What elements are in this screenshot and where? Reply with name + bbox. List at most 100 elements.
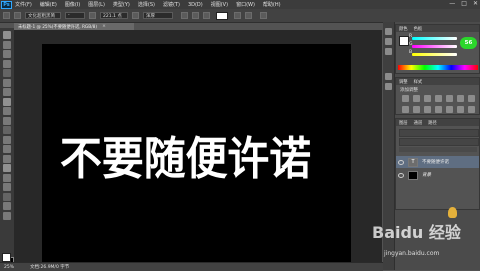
menu-help[interactable]: 帮助(H)	[263, 1, 281, 8]
text-layer-thumb-icon: T	[408, 157, 418, 167]
exposure-icon[interactable]	[435, 95, 442, 102]
menu-view[interactable]: 视图(V)	[211, 1, 228, 8]
zoom-tool-icon[interactable]	[3, 211, 11, 220]
gradient-map-icon[interactable]	[468, 106, 475, 113]
gradient-tool-icon[interactable]	[3, 135, 11, 144]
menu-type[interactable]: 类型(Y)	[113, 1, 130, 8]
lock-bar[interactable]	[399, 147, 477, 152]
layers-panel-header: 图层 通道 路径	[396, 119, 479, 126]
photo-filter-icon[interactable]	[413, 106, 420, 113]
canvas-text-layer[interactable]: 不要随便许诺	[60, 122, 311, 187]
menu-3d[interactable]: 3D(D)	[188, 2, 203, 8]
posterize-icon[interactable]	[446, 106, 453, 113]
visibility-eye-icon[interactable]	[398, 172, 404, 178]
channel-mixer-icon[interactable]	[424, 106, 431, 113]
invert-icon[interactable]	[435, 106, 442, 113]
menu-file[interactable]: 文件(F)	[15, 1, 32, 8]
tab-adjustments[interactable]: 调整	[399, 79, 408, 85]
eyedropper-tool-icon[interactable]	[3, 78, 11, 87]
tab-channels[interactable]: 通道	[414, 120, 423, 126]
move-tool-icon[interactable]	[3, 31, 11, 39]
layer-name[interactable]: 不要随便许诺	[422, 159, 449, 165]
vibrance-icon[interactable]	[446, 95, 453, 102]
path-select-tool-icon[interactable]	[3, 183, 11, 191]
info-panel-icon[interactable]	[385, 48, 392, 55]
align-center-icon[interactable]	[192, 12, 199, 19]
adjustments-panel-header: 调整 样式	[396, 78, 479, 85]
visibility-eye-icon[interactable]	[398, 159, 404, 165]
history-panel-icon[interactable]	[385, 28, 392, 35]
eraser-tool-icon[interactable]	[3, 126, 11, 134]
color-spectrum[interactable]	[398, 65, 478, 70]
blur-tool-icon[interactable]	[3, 145, 11, 153]
color-balance-icon[interactable]	[468, 95, 475, 102]
curves-icon[interactable]	[424, 95, 431, 102]
layer-row[interactable]: 背景	[396, 169, 479, 181]
align-left-icon[interactable]	[181, 12, 188, 19]
menu-filter[interactable]: 滤镜(T)	[163, 1, 180, 8]
green-slider[interactable]	[412, 45, 457, 48]
document-canvas[interactable]: 不要随便许诺	[42, 44, 351, 262]
levels-icon[interactable]	[413, 95, 420, 102]
warp-text-icon[interactable]	[234, 12, 241, 19]
type-tool-icon-sidebar[interactable]	[3, 173, 11, 182]
type-tool-icon[interactable]	[3, 12, 10, 19]
tab-styles[interactable]: 样式	[414, 79, 423, 85]
antialias-select[interactable]: 浑厚	[143, 12, 173, 19]
font-size-select[interactable]: 221.1 点	[100, 12, 128, 19]
zoom-level[interactable]: 25%	[4, 265, 14, 270]
pen-tool-icon[interactable]	[3, 164, 11, 172]
hue-saturation-icon[interactable]	[457, 95, 464, 102]
font-size-icon	[89, 12, 96, 19]
menu-select[interactable]: 选择(S)	[138, 1, 155, 8]
tab-swatches[interactable]: 色板	[414, 26, 423, 32]
threshold-icon[interactable]	[457, 106, 464, 113]
marquee-tool-icon[interactable]	[3, 40, 11, 49]
minimize-button[interactable]: —	[449, 0, 455, 7]
blend-mode-bar[interactable]	[399, 138, 479, 146]
quick-select-tool-icon[interactable]	[3, 59, 11, 68]
align-right-icon[interactable]	[203, 12, 210, 19]
character-panel-icon[interactable]	[245, 12, 252, 19]
properties-panel-icon[interactable]	[385, 38, 392, 45]
shape-tool-icon[interactable]	[3, 192, 11, 201]
font-family-select[interactable]: 文化超粗黑简	[25, 12, 61, 19]
close-button[interactable]: ✕	[473, 0, 478, 7]
character-panel-icon-dock[interactable]	[385, 73, 392, 80]
menu-image[interactable]: 图像(I)	[65, 1, 80, 8]
layer-filter-bar[interactable]	[399, 129, 479, 137]
layer-row[interactable]: T 不要随便许诺	[396, 156, 479, 168]
lasso-tool-icon[interactable]	[3, 50, 11, 58]
menu-layer[interactable]: 图层(L)	[88, 1, 105, 8]
menu-window[interactable]: 窗口(W)	[236, 1, 255, 8]
document-tab[interactable]: 未标题-1 @ 25%(不要随便许诺, RGB/8) ×	[14, 23, 134, 30]
menu-edit[interactable]: 编辑(E)	[40, 1, 57, 8]
document-info[interactable]: 文档:26.9M/0 字节	[30, 264, 69, 270]
close-tab-icon[interactable]: ×	[102, 24, 106, 29]
tools-panel	[0, 28, 15, 266]
brightness-icon[interactable]	[402, 95, 409, 102]
color-fg-bg-icon[interactable]	[399, 36, 409, 46]
blue-slider[interactable]	[412, 53, 457, 56]
dodge-tool-icon[interactable]	[3, 154, 11, 163]
foreground-color-swatch[interactable]	[2, 253, 11, 262]
text-color-swatch[interactable]	[216, 11, 228, 20]
font-style-select[interactable]: -	[65, 12, 85, 19]
tab-layers[interactable]: 图层	[399, 120, 408, 126]
document-tab-title: 未标题-1 @ 25%(不要随便许诺, RGB/8)	[18, 24, 98, 30]
paragraph-panel-icon[interactable]	[385, 83, 392, 90]
clone-stamp-tool-icon[interactable]	[3, 107, 11, 115]
red-slider[interactable]	[412, 37, 457, 40]
layer-name[interactable]: 背景	[422, 172, 431, 178]
tab-color[interactable]: 颜色	[399, 26, 408, 32]
tab-paths[interactable]: 路径	[428, 120, 437, 126]
crop-tool-icon[interactable]	[3, 69, 11, 77]
text-orientation-icon[interactable]	[14, 12, 21, 19]
maximize-button[interactable]: □	[461, 0, 467, 7]
3d-icon[interactable]	[260, 12, 267, 19]
healing-brush-tool-icon[interactable]	[3, 88, 11, 96]
history-brush-tool-icon[interactable]	[3, 116, 11, 125]
black-white-icon[interactable]	[402, 106, 409, 113]
hand-tool-icon[interactable]	[3, 202, 11, 210]
brush-tool-icon[interactable]	[3, 97, 11, 106]
